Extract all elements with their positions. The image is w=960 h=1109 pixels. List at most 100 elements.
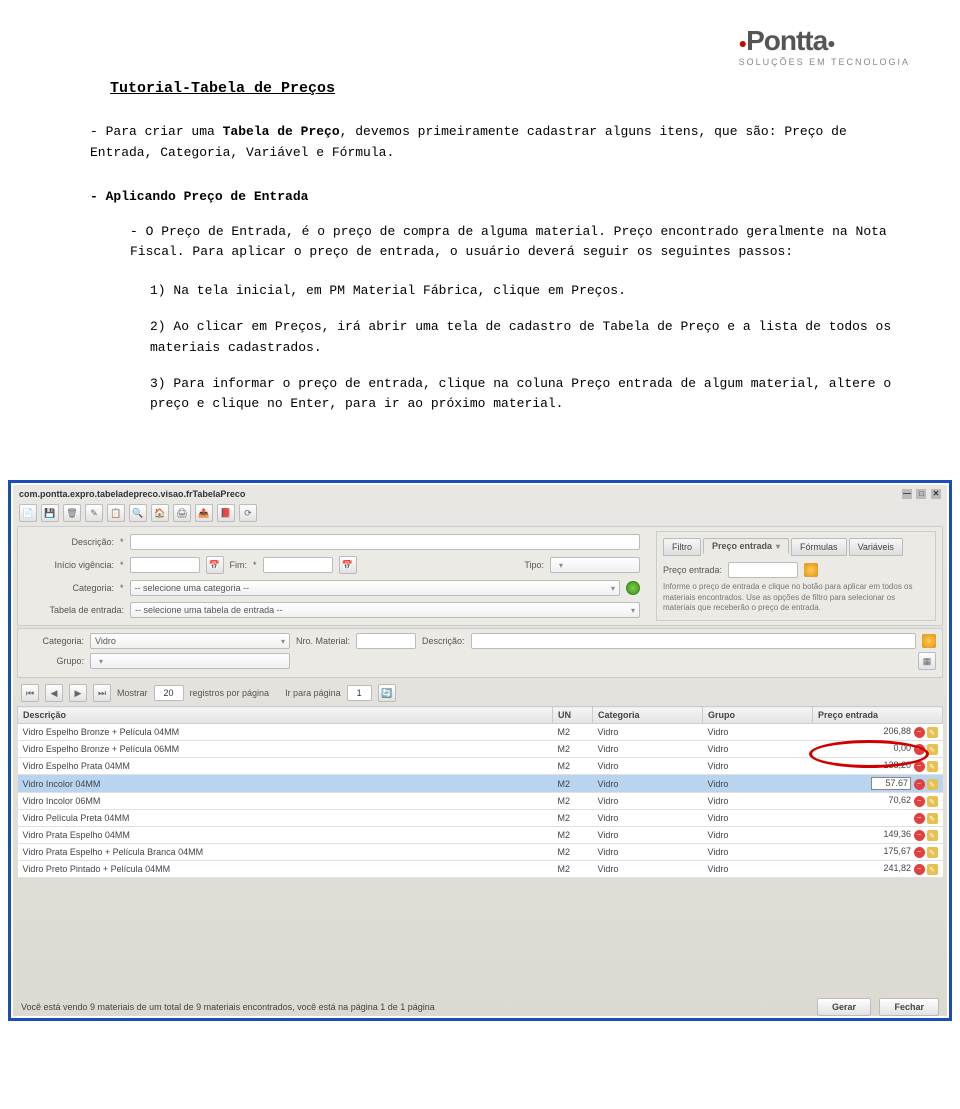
remove-icon[interactable]: −: [914, 813, 925, 824]
table-row[interactable]: Vidro Espelho Prata 04MMM2VidroVidro138,…: [18, 758, 943, 775]
col-categoria[interactable]: Categoria: [593, 707, 703, 724]
table-row[interactable]: Vidro Incolor 04MMM2VidroVidro57.67 −✎: [18, 775, 943, 793]
remove-icon[interactable]: −: [914, 761, 925, 772]
filter-apply-icon[interactable]: [922, 634, 936, 648]
first-page-icon[interactable]: ⏮: [21, 684, 39, 702]
nro-material-input[interactable]: [356, 633, 416, 649]
status-text: Você está vendo 9 materiais de um total …: [21, 1002, 435, 1012]
categoria-select[interactable]: -- selecione uma categoria --: [130, 580, 620, 596]
tab-preco-entrada[interactable]: Preço entrada: [703, 538, 789, 554]
col-un[interactable]: UN: [553, 707, 593, 724]
col-descricao[interactable]: Descrição: [18, 707, 553, 724]
tab-variaveis[interactable]: Variáveis: [849, 538, 903, 556]
home-icon[interactable]: 🏠: [151, 504, 169, 522]
remove-icon[interactable]: −: [914, 847, 925, 858]
descricao-filter-input[interactable]: [471, 633, 916, 649]
copy-icon[interactable]: 📋: [107, 504, 125, 522]
remove-icon[interactable]: −: [914, 779, 925, 790]
minimize-icon[interactable]: —: [902, 489, 912, 499]
pdf-icon[interactable]: 📕: [217, 504, 235, 522]
apply-icon[interactable]: [804, 563, 818, 577]
preco-edit-input[interactable]: 57.67: [871, 777, 911, 790]
cell-preco[interactable]: 0,00 −✎: [813, 741, 943, 758]
fim-input[interactable]: [263, 557, 333, 573]
edit-row-icon[interactable]: ✎: [927, 761, 938, 772]
table-row[interactable]: Vidro Espelho Bronze + Película 06MMM2Vi…: [18, 741, 943, 758]
edit-row-icon[interactable]: ✎: [927, 744, 938, 755]
cell-categoria: Vidro: [593, 827, 703, 844]
cell-preco[interactable]: 175,67 −✎: [813, 844, 943, 861]
new-icon[interactable]: 📄: [19, 504, 37, 522]
gerar-button[interactable]: Gerar: [817, 998, 871, 1016]
materials-table: Descrição UN Categoria Grupo Preço entra…: [17, 706, 943, 878]
export-icon[interactable]: 📤: [195, 504, 213, 522]
print-icon[interactable]: 🖨: [173, 504, 191, 522]
next-page-icon[interactable]: ▶: [69, 684, 87, 702]
preco-entrada-input[interactable]: [728, 562, 798, 578]
tab-filtro[interactable]: Filtro: [663, 538, 701, 556]
table-row[interactable]: Vidro Incolor 06MMM2VidroVidro70,62 −✎: [18, 793, 943, 810]
cell-grupo: Vidro: [703, 793, 813, 810]
table-row[interactable]: Vidro Prata Espelho 04MMM2VidroVidro149,…: [18, 827, 943, 844]
col-preco[interactable]: Preço entrada: [813, 707, 943, 724]
categoria-filter-select[interactable]: Vidro: [90, 633, 290, 649]
remove-icon[interactable]: −: [914, 796, 925, 807]
label-descricao-filter: Descrição:: [422, 636, 465, 646]
filter-section: Categoria: Vidro Nro. Material: Descriçã…: [17, 628, 943, 678]
edit-row-icon[interactable]: ✎: [927, 830, 938, 841]
edit-row-icon[interactable]: ✎: [927, 864, 938, 875]
edit-row-icon[interactable]: ✎: [927, 796, 938, 807]
remove-icon[interactable]: −: [914, 830, 925, 841]
page-input[interactable]: [347, 685, 372, 701]
screenshot-frame: com.pontta.expro.tabeladepreco.visao.frT…: [8, 480, 952, 1021]
calendar-icon[interactable]: 📅: [206, 556, 224, 574]
table-row[interactable]: Vidro Espelho Bronze + Película 04MMM2Vi…: [18, 724, 943, 741]
go-page-icon[interactable]: 🔄: [378, 684, 396, 702]
table-row[interactable]: Vidro Película Preta 04MMM2VidroVidro −✎: [18, 810, 943, 827]
cell-preco[interactable]: 241,82 −✎: [813, 861, 943, 878]
tipo-select[interactable]: [550, 557, 640, 573]
label-nro-material: Nro. Material:: [296, 636, 350, 646]
cell-preco[interactable]: −✎: [813, 810, 943, 827]
cell-preco[interactable]: 149,36 −✎: [813, 827, 943, 844]
window-controls[interactable]: — □ ✕: [900, 488, 941, 499]
tabela-entrada-select[interactable]: -- selecione uma tabela de entrada --: [130, 602, 640, 618]
delete-icon[interactable]: 🗑: [63, 504, 81, 522]
required-mark: *: [120, 560, 124, 570]
remove-icon[interactable]: −: [914, 744, 925, 755]
edit-icon[interactable]: ✎: [85, 504, 103, 522]
close-icon[interactable]: ✕: [931, 489, 941, 499]
table-row[interactable]: Vidro Prata Espelho + Película Branca 04…: [18, 844, 943, 861]
col-grupo[interactable]: Grupo: [703, 707, 813, 724]
edit-row-icon[interactable]: ✎: [927, 847, 938, 858]
edit-row-icon[interactable]: ✎: [927, 779, 938, 790]
cell-preco[interactable]: 138,20 −✎: [813, 758, 943, 775]
maximize-icon[interactable]: □: [916, 489, 926, 499]
cell-un: M2: [553, 793, 593, 810]
find-icon[interactable]: 🔍: [129, 504, 147, 522]
last-page-icon[interactable]: ⏭: [93, 684, 111, 702]
inicio-input[interactable]: [130, 557, 200, 573]
cell-preco[interactable]: 57.67 −✎: [813, 775, 943, 793]
save-icon[interactable]: 💾: [41, 504, 59, 522]
remove-icon[interactable]: −: [914, 864, 925, 875]
cell-un: M2: [553, 861, 593, 878]
calendar-icon[interactable]: 📅: [339, 556, 357, 574]
grid-icon[interactable]: ▦: [918, 652, 936, 670]
tab-formulas[interactable]: Fórmulas: [791, 538, 847, 556]
cell-preco[interactable]: 70,62 −✎: [813, 793, 943, 810]
descricao-input[interactable]: [130, 534, 640, 550]
prev-page-icon[interactable]: ◀: [45, 684, 63, 702]
cell-preco[interactable]: 206,88 −✎: [813, 724, 943, 741]
grupo-select[interactable]: [90, 653, 290, 669]
label-tipo: Tipo:: [524, 560, 544, 570]
logo: ●Pontta● SOLUÇÕES EM TECNOLOGIA: [739, 25, 910, 67]
fechar-button[interactable]: Fechar: [879, 998, 939, 1016]
remove-icon[interactable]: −: [914, 727, 925, 738]
refresh-icon[interactable]: ⟳: [239, 504, 257, 522]
table-row[interactable]: Vidro Preto Pintado + Película 04MMM2Vid…: [18, 861, 943, 878]
add-icon[interactable]: [626, 581, 640, 595]
per-page-input[interactable]: [154, 685, 184, 701]
edit-row-icon[interactable]: ✎: [927, 727, 938, 738]
edit-row-icon[interactable]: ✎: [927, 813, 938, 824]
